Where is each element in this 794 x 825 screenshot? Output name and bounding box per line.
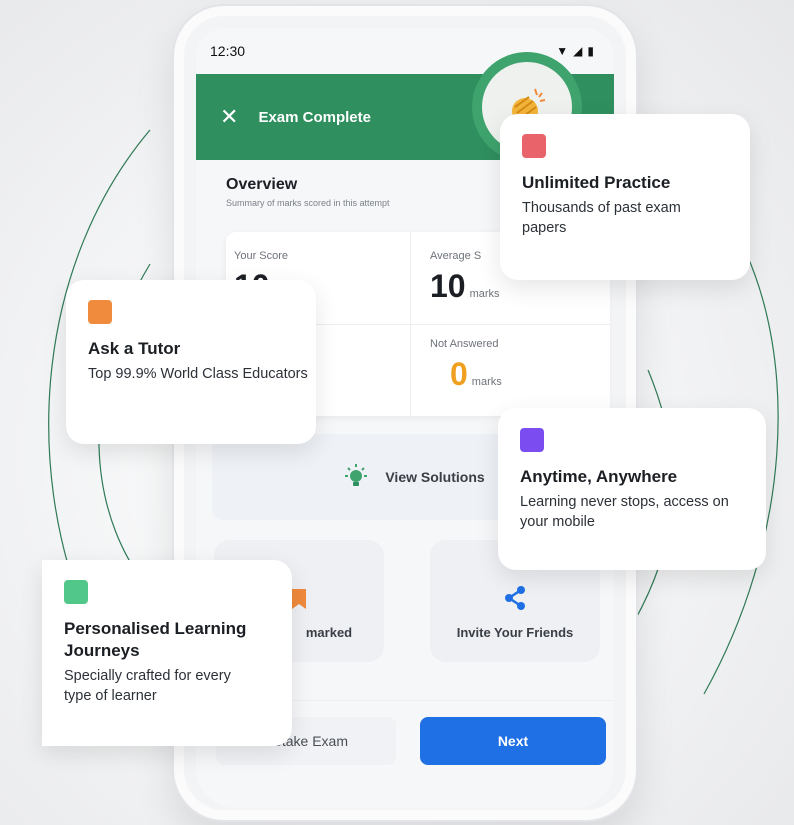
- card-text: Thousands of past exam papers: [522, 200, 681, 237]
- average-score-label: Average S: [430, 250, 482, 262]
- status-time: 12:30: [210, 43, 246, 59]
- view-solutions-label: View Solutions: [385, 469, 485, 485]
- average-score-unit: marks: [469, 288, 500, 300]
- card-text: Top 99.9% World Class Educators: [88, 366, 308, 383]
- not-answered-label: Not Answered: [430, 338, 499, 350]
- card-title: Ask a Tutor: [88, 339, 181, 358]
- average-score-value: 10: [430, 268, 466, 304]
- anytime-anywhere-card: Anytime, Anywhere Learning never stops, …: [498, 408, 766, 570]
- personalised-journeys-card: Personalised Learning Journeys Specially…: [42, 560, 292, 746]
- battery-icon: ▮: [587, 44, 594, 58]
- overview-subtitle: Summary of marks scored in this attempt: [226, 198, 390, 208]
- signal-icon: ◢: [573, 44, 583, 58]
- wifi-icon: ▼: [556, 44, 569, 58]
- status-icons: ▼ ◢ ▮: [556, 44, 594, 58]
- your-score-label: Your Score: [234, 250, 289, 262]
- overview-heading: Overview Summary of marks scored in this…: [226, 176, 390, 208]
- next-button[interactable]: Next: [420, 717, 606, 765]
- not-answered-cell: Not Answered 0 marks: [430, 338, 502, 393]
- card-title: Unlimited Practice: [522, 173, 671, 192]
- average-score-cell: Average S 10 marks: [430, 250, 500, 305]
- purple-square-icon: [520, 428, 544, 452]
- orange-square-icon: [88, 300, 112, 324]
- close-icon[interactable]: ✕: [220, 106, 238, 128]
- lightbulb-icon: [345, 464, 368, 486]
- share-icon: [505, 586, 525, 610]
- card-title: Personalised Learning Journeys: [64, 619, 247, 661]
- unlimited-practice-card: Unlimited Practice Thousands of past exa…: [500, 114, 750, 280]
- card-title: Anytime, Anywhere: [520, 467, 678, 486]
- not-answered-unit: marks: [471, 376, 502, 388]
- overview-title: Overview: [226, 176, 298, 193]
- invite-friends-label: Invite Your Friends: [456, 625, 574, 640]
- green-square-icon: [64, 580, 88, 604]
- not-answered-value: 0: [450, 356, 468, 392]
- bookmark-icon: [292, 589, 306, 609]
- red-square-icon: [522, 134, 546, 158]
- card-text: Learning never stops, access on your mob…: [520, 494, 729, 531]
- exam-title: Exam Complete: [258, 108, 371, 126]
- ask-a-tutor-card: Ask a Tutor Top 99.9% World Class Educat…: [66, 280, 316, 444]
- card-text: Specially crafted for every type of lear…: [64, 668, 231, 705]
